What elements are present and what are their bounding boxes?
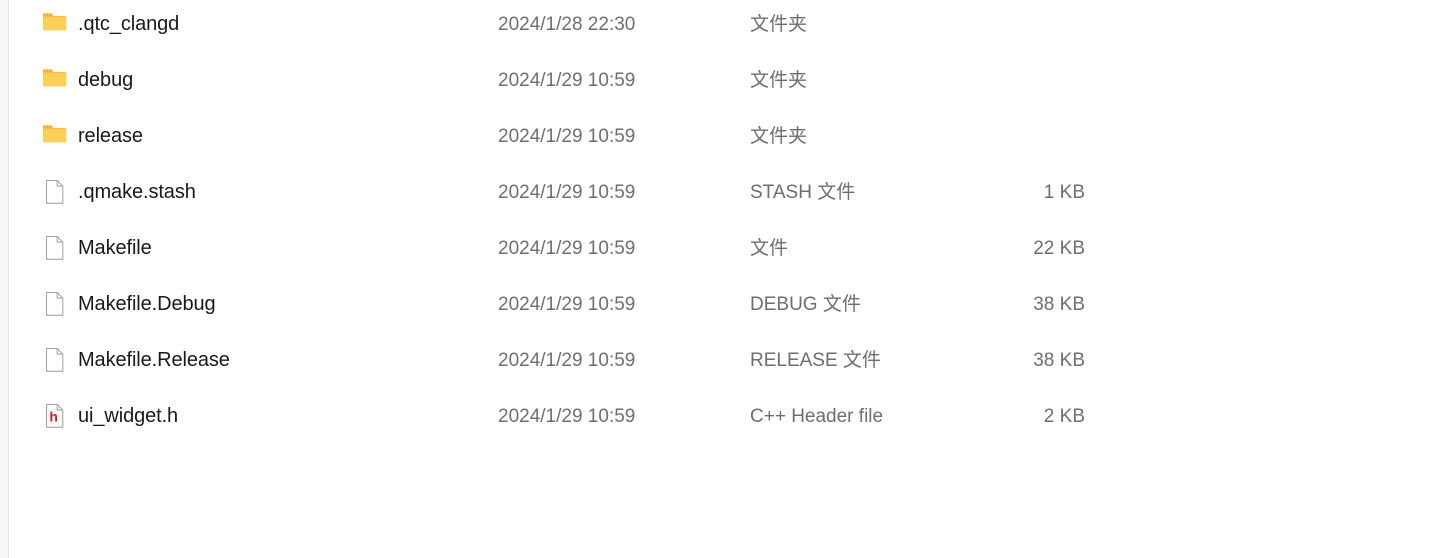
file-list-row[interactable]: .qmake.stash 2024/1/29 10:59 STASH 文件 1 KB	[9, 172, 1429, 212]
date-modified-cell: 2024/1/29 10:59	[498, 349, 636, 371]
folder-icon	[42, 10, 68, 38]
generic-file-icon	[42, 234, 68, 262]
file-name-label: Makefile.Debug	[78, 293, 216, 315]
file-type-cell: DEBUG 文件	[750, 293, 861, 315]
file-name-label: Makefile.Release	[78, 349, 230, 371]
file-explorer-pane: .qtc_clangd 2024/1/28 22:30 文件夹 debug 2024/1…	[0, 0, 1429, 558]
file-name-label: .qtc_clangd	[78, 13, 180, 35]
file-name-label: .qmake.stash	[78, 181, 196, 203]
file-type-cell: 文件夹	[750, 13, 808, 35]
file-list-row[interactable]: release 2024/1/29 10:59 文件夹	[9, 116, 1429, 156]
file-list-row[interactable]: Makefile.Release 2024/1/29 10:59 RELEASE 文…	[9, 340, 1429, 380]
svg-text:h: h	[49, 408, 58, 424]
file-name-cell[interactable]: debug	[42, 60, 133, 100]
file-size-cell: 38 KB	[1033, 349, 1085, 371]
file-size-cell: 38 KB	[1033, 293, 1085, 315]
file-name-label: release	[78, 125, 143, 147]
generic-file-icon	[42, 178, 68, 206]
date-modified-cell: 2024/1/29 10:59	[498, 181, 636, 203]
file-name-cell[interactable]: h ui_widget.h	[42, 396, 178, 436]
file-name-cell[interactable]: Makefile	[42, 228, 152, 268]
file-type-cell: STASH 文件	[750, 181, 856, 203]
date-modified-cell: 2024/1/28 22:30	[498, 13, 636, 35]
file-name-cell[interactable]: .qmake.stash	[42, 172, 196, 212]
file-size-cell: 2 KB	[1043, 405, 1085, 427]
date-modified-cell: 2024/1/29 10:59	[498, 237, 636, 259]
file-list-row[interactable]: debug 2024/1/29 10:59 文件夹	[9, 60, 1429, 100]
file-list-row[interactable]: h ui_widget.h 2024/1/29 10:59 C++ Header fi…	[9, 396, 1429, 436]
file-name-label: ui_widget.h	[78, 405, 179, 427]
folder-icon	[42, 66, 68, 94]
file-list-row[interactable]: .qtc_clangd 2024/1/28 22:30 文件夹	[9, 4, 1429, 44]
file-name-label: Makefile	[78, 237, 152, 259]
file-name-cell[interactable]: Makefile.Release	[42, 340, 230, 380]
file-name-cell[interactable]: release	[42, 116, 143, 156]
file-type-cell: 文件夹	[750, 125, 808, 147]
date-modified-cell: 2024/1/29 10:59	[498, 69, 636, 91]
file-type-cell: 文件夹	[750, 69, 808, 91]
file-type-cell: RELEASE 文件	[750, 349, 881, 371]
date-modified-cell: 2024/1/29 10:59	[498, 293, 636, 315]
navigation-pane-gutter	[0, 0, 8, 558]
file-list-row[interactable]: Makefile.Debug 2024/1/29 10:59 DEBUG 文件 38 …	[9, 284, 1429, 324]
file-type-cell: C++ Header file	[750, 405, 884, 427]
generic-file-icon	[42, 290, 68, 318]
file-size-cell: 1 KB	[1043, 181, 1085, 203]
file-list: .qtc_clangd 2024/1/28 22:30 文件夹 debug 2024/1…	[9, 0, 1429, 558]
file-type-cell: 文件	[750, 237, 789, 259]
file-name-label: debug	[78, 69, 134, 91]
folder-icon	[42, 122, 68, 150]
file-name-cell[interactable]: Makefile.Debug	[42, 284, 216, 324]
date-modified-cell: 2024/1/29 10:59	[498, 405, 636, 427]
file-list-row[interactable]: Makefile 2024/1/29 10:59 文件 22 KB	[9, 228, 1429, 268]
date-modified-cell: 2024/1/29 10:59	[498, 125, 636, 147]
cpp-header-file-icon: h	[42, 402, 68, 430]
file-size-cell: 22 KB	[1033, 237, 1085, 259]
file-name-cell[interactable]: .qtc_clangd	[42, 4, 179, 44]
generic-file-icon	[42, 346, 68, 374]
